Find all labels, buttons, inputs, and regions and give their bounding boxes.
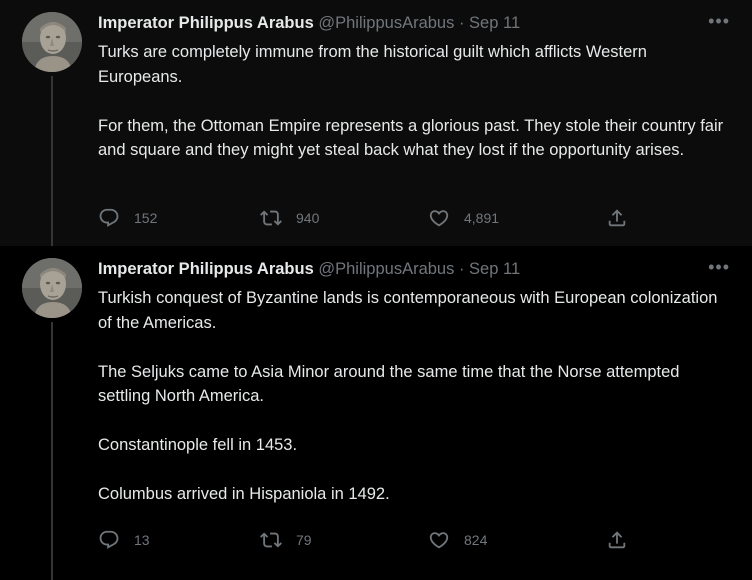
tweet-actions: 13 79 824 [98, 528, 658, 552]
tweet-date[interactable]: Sep 11 [469, 14, 520, 32]
tweet-date[interactable]: Sep 11 [469, 260, 520, 278]
tweet-paragraph: Turkish conquest of Byzantine lands is c… [98, 289, 718, 332]
reply-button[interactable]: 152 [98, 206, 157, 230]
thread-line [51, 76, 53, 246]
tweet[interactable]: Imperator Philippus Arabus @PhilippusAra… [0, 0, 752, 246]
retweet-count: 940 [296, 210, 320, 226]
tweet-text: Turks are completely immune from the his… [98, 40, 730, 163]
share-icon [608, 209, 626, 227]
avatar[interactable] [22, 12, 82, 72]
heart-icon [429, 210, 449, 227]
more-options-icon[interactable]: ••• [708, 256, 730, 278]
author-handle[interactable]: @PhilippusArabus [318, 14, 454, 32]
tweet-content: Imperator Philippus Arabus @PhilippusAra… [98, 256, 738, 507]
more-options-icon[interactable]: ••• [708, 10, 730, 32]
retweet-icon [260, 210, 282, 226]
author-display-name[interactable]: Imperator Philippus Arabus [98, 14, 314, 32]
header-separator: · [458, 260, 465, 278]
retweet-icon [260, 532, 282, 548]
tweet-header: Imperator Philippus Arabus @PhilippusAra… [98, 10, 738, 34]
like-button[interactable]: 4,891 [428, 206, 499, 230]
like-count: 824 [464, 532, 488, 548]
reply-icon [99, 530, 119, 549]
author-display-name[interactable]: Imperator Philippus Arabus [98, 260, 314, 278]
tweet-actions: 152 940 4,891 [98, 206, 658, 230]
reply-button[interactable]: 13 [98, 528, 150, 552]
tweet-paragraph: Columbus arrived in Hispaniola in 1492. [98, 485, 390, 503]
tweet-paragraph: Constantinople fell in 1453. [98, 436, 298, 454]
like-count: 4,891 [464, 210, 500, 226]
reply-count: 152 [134, 210, 158, 226]
thread-line [51, 322, 53, 580]
bust-avatar-icon [22, 258, 82, 318]
header-separator: · [458, 14, 465, 32]
author-handle[interactable]: @PhilippusArabus [318, 260, 454, 278]
reply-count: 13 [134, 532, 150, 548]
tweet-header: Imperator Philippus Arabus @PhilippusAra… [98, 256, 738, 280]
tweet-paragraph: For them, the Ottoman Empire represents … [98, 116, 724, 160]
retweet-button[interactable]: 79 [260, 528, 312, 552]
share-button[interactable] [606, 528, 628, 552]
avatar[interactable] [22, 258, 82, 318]
share-button[interactable] [606, 206, 628, 230]
tweet-paragraph: Turks are completely immune from the his… [98, 43, 647, 86]
share-icon [608, 531, 626, 549]
tweet-text: Turkish conquest of Byzantine lands is c… [98, 286, 730, 507]
like-button[interactable]: 824 [428, 528, 487, 552]
tweet-content: Imperator Philippus Arabus @PhilippusAra… [98, 10, 738, 163]
tweet-paragraph: The Seljuks came to Asia Minor around th… [98, 362, 680, 406]
reply-icon [99, 208, 119, 227]
retweet-count: 79 [296, 532, 312, 548]
bust-avatar-icon [22, 12, 82, 72]
heart-icon [429, 532, 449, 549]
tweet[interactable]: Imperator Philippus Arabus @PhilippusAra… [0, 246, 752, 580]
retweet-button[interactable]: 940 [260, 206, 319, 230]
